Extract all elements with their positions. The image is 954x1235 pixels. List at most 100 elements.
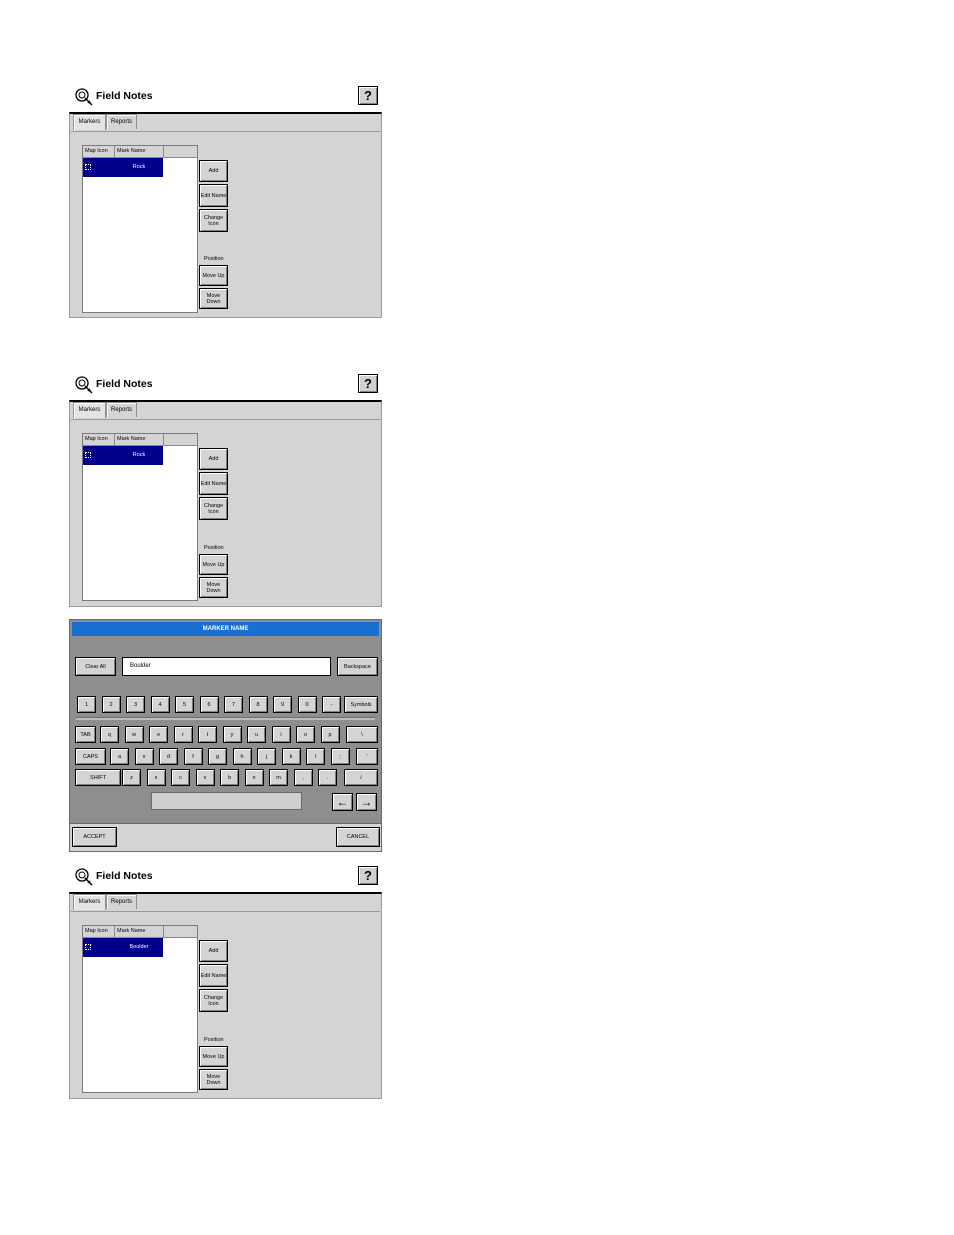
key-semicolon[interactable]: ;	[330, 748, 350, 765]
key-6[interactable]: 6	[199, 696, 219, 713]
key-i[interactable]: i	[271, 726, 291, 743]
help-button[interactable]: ?	[358, 86, 378, 105]
key-backslash[interactable]: \	[346, 726, 378, 743]
key-apostrophe[interactable]: '	[356, 748, 378, 765]
list-item[interactable]: Rock	[83, 446, 163, 465]
column-map-icon[interactable]: Map Icon	[83, 146, 115, 157]
key-l[interactable]: l	[306, 748, 325, 765]
change-icon-button[interactable]: Change Icon	[199, 989, 228, 1012]
cancel-button[interactable]: CANCEL	[336, 827, 380, 847]
key-w[interactable]: w	[124, 726, 144, 743]
help-button[interactable]: ?	[358, 374, 378, 393]
key-k[interactable]: k	[281, 748, 301, 765]
key-1[interactable]: 1	[77, 696, 96, 713]
move-down-button[interactable]: Move Down	[199, 288, 228, 309]
move-up-button[interactable]: Move Up	[199, 1046, 228, 1067]
tab-markers[interactable]: Markers	[73, 402, 106, 418]
key-h[interactable]: h	[232, 748, 252, 765]
key-t[interactable]: t	[198, 726, 217, 743]
column-map-icon[interactable]: Map Icon	[83, 434, 115, 445]
key-comma[interactable]: ,	[293, 769, 313, 786]
key-q[interactable]: q	[100, 726, 119, 743]
key-v[interactable]: v	[195, 769, 215, 786]
tab-reports[interactable]: Reports	[106, 402, 137, 417]
left-arrow-button[interactable]: ←	[332, 793, 353, 811]
list-item[interactable]: Boulder	[83, 938, 163, 957]
column-mark-name[interactable]: Mark Name	[115, 926, 164, 937]
key-g[interactable]: g	[208, 748, 227, 765]
clear-all-button[interactable]: Clear All	[75, 657, 116, 676]
add-button[interactable]: Add	[199, 940, 228, 962]
key-o[interactable]: o	[296, 726, 315, 743]
move-down-button[interactable]: Move Down	[199, 577, 228, 598]
key-e[interactable]: e	[149, 726, 168, 743]
key-d[interactable]: d	[159, 748, 178, 765]
backspace-button[interactable]: Backspace	[337, 657, 378, 676]
add-button[interactable]: Add	[199, 160, 228, 182]
key-s[interactable]: s	[134, 748, 154, 765]
key-b[interactable]: b	[220, 769, 239, 786]
change-icon-button[interactable]: Change Icon	[199, 209, 228, 232]
right-arrow-button[interactable]: →	[356, 793, 377, 811]
key-7[interactable]: 7	[224, 696, 243, 713]
header: Field Notes ?	[69, 374, 382, 403]
page-title: Field Notes	[96, 870, 153, 882]
accept-button[interactable]: ACCEPT	[72, 827, 117, 847]
key-period[interactable]: .	[318, 769, 337, 786]
key-m[interactable]: m	[269, 769, 288, 786]
space-bar[interactable]	[151, 792, 302, 810]
tab-markers[interactable]: Markers	[73, 114, 106, 130]
page-title: Field Notes	[96, 90, 153, 102]
marker-list[interactable]: Map Icon Mark Name Rock	[82, 145, 198, 313]
key-c[interactable]: c	[171, 769, 190, 786]
key-slash[interactable]: /	[344, 769, 378, 786]
field-notes-screen-3: Field Notes ? Markers Reports Map Icon M…	[69, 866, 382, 1099]
marker-name-input[interactable]: Boulder	[122, 657, 331, 676]
move-up-button[interactable]: Move Up	[199, 554, 228, 575]
move-up-button[interactable]: Move Up	[199, 265, 228, 286]
marker-icon	[85, 164, 91, 170]
key-5[interactable]: 5	[175, 696, 194, 713]
key-y[interactable]: y	[222, 726, 242, 743]
key-symbols[interactable]: Symbols	[344, 696, 378, 713]
main-panel: Markers Reports Map Icon Mark Name Rock …	[69, 400, 382, 607]
column-mark-name[interactable]: Mark Name	[115, 434, 164, 445]
marker-icon	[85, 944, 91, 950]
tab-markers[interactable]: Markers	[73, 894, 106, 910]
key-3[interactable]: 3	[126, 696, 145, 713]
edit-name-button[interactable]: Edit Name	[199, 472, 228, 495]
list-header: Map Icon Mark Name	[83, 926, 197, 938]
tab-reports[interactable]: Reports	[106, 114, 137, 129]
key-j[interactable]: j	[257, 748, 276, 765]
key-4[interactable]: 4	[150, 696, 170, 713]
help-button[interactable]: ?	[358, 866, 378, 885]
key-r[interactable]: r	[173, 726, 193, 743]
key-9[interactable]: 9	[273, 696, 292, 713]
key-n[interactable]: n	[244, 769, 264, 786]
edit-name-button[interactable]: Edit Name	[199, 964, 228, 987]
edit-name-button[interactable]: Edit Name	[199, 184, 228, 207]
move-down-button[interactable]: Move Down	[199, 1069, 228, 1090]
key-tab[interactable]: TAB	[75, 726, 96, 743]
key-shift[interactable]: SHIFT	[75, 769, 121, 786]
change-icon-button[interactable]: Change Icon	[199, 497, 228, 520]
key-a[interactable]: a	[110, 748, 129, 765]
marker-name: Rock	[132, 452, 146, 458]
key-caps[interactable]: CAPS	[75, 748, 106, 765]
key-u[interactable]: u	[247, 726, 266, 743]
key-0[interactable]: 0	[297, 696, 317, 713]
key-x[interactable]: x	[146, 769, 166, 786]
key-p[interactable]: p	[320, 726, 340, 743]
marker-list[interactable]: Map Icon Mark Name Rock	[82, 433, 198, 601]
tab-reports[interactable]: Reports	[106, 894, 137, 909]
key-8[interactable]: 8	[248, 696, 268, 713]
add-button[interactable]: Add	[199, 448, 228, 470]
column-map-icon[interactable]: Map Icon	[83, 926, 115, 937]
marker-list[interactable]: Map Icon Mark Name Boulder	[82, 925, 198, 1093]
list-item[interactable]: Rock	[83, 158, 163, 177]
key-minus[interactable]: -	[322, 696, 341, 713]
key-z[interactable]: z	[122, 769, 141, 786]
column-mark-name[interactable]: Mark Name	[115, 146, 164, 157]
key-f[interactable]: f	[183, 748, 203, 765]
key-2[interactable]: 2	[101, 696, 121, 713]
